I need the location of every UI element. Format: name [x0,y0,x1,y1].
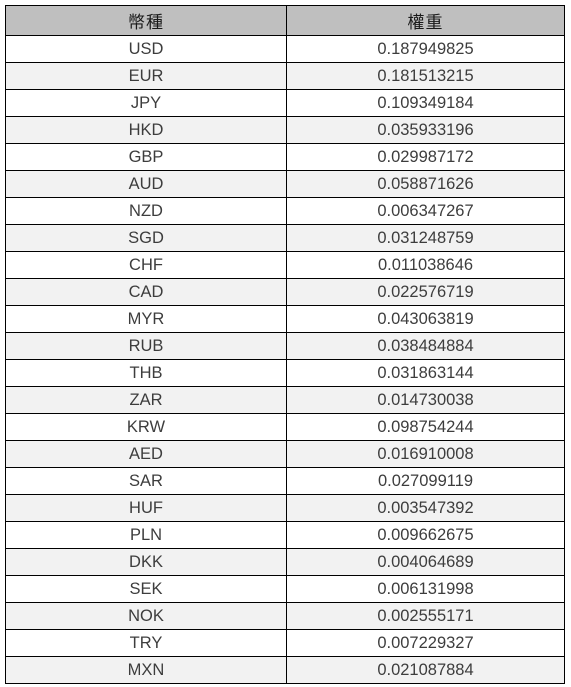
cell-currency: NZD [5,197,287,225]
cell-weight: 0.035933196 [286,116,565,144]
cell-weight: 0.027099119 [286,467,565,495]
table-row: TRY 0.007229327 [5,629,565,657]
cell-currency: TRY [5,629,287,657]
weights-table-container: 幣種 權重 USD 0.187949825 EUR 0.181513215 JPY 0.1… [0,0,571,684]
cell-currency: NOK [5,602,287,630]
cell-weight: 0.009662675 [286,521,565,549]
table-row: PLN 0.009662675 [5,521,565,549]
table-row: SGD 0.031248759 [5,224,565,252]
cell-currency: GBP [5,143,287,171]
table-row: MYR 0.043063819 [5,305,565,333]
cell-currency: DKK [5,548,287,576]
column-header-weight: 權重 [286,5,565,36]
table-row: SEK 0.006131998 [5,575,565,603]
cell-currency: AED [5,440,287,468]
cell-currency: JPY [5,89,287,117]
cell-weight: 0.031863144 [286,359,565,387]
column-header-currency: 幣種 [5,5,287,36]
table-row: THB 0.031863144 [5,359,565,387]
table-row: CHF 0.011038646 [5,251,565,279]
table-row: HUF 0.003547392 [5,494,565,522]
cell-currency: CAD [5,278,287,306]
cell-weight: 0.181513215 [286,62,565,90]
table-row: JPY 0.109349184 [5,89,565,117]
cell-currency: MYR [5,305,287,333]
table-row: CAD 0.022576719 [5,278,565,306]
cell-weight: 0.006131998 [286,575,565,603]
table-row: AUD 0.058871626 [5,170,565,198]
table-row: USD 0.187949825 [5,35,565,63]
table-header: 幣種 權重 [5,5,565,36]
table-row: NOK 0.002555171 [5,602,565,630]
cell-currency: ZAR [5,386,287,414]
cell-weight: 0.109349184 [286,89,565,117]
cell-weight: 0.038484884 [286,332,565,360]
cell-currency: AUD [5,170,287,198]
cell-weight: 0.187949825 [286,35,565,63]
table-row: AED 0.016910008 [5,440,565,468]
cell-weight: 0.058871626 [286,170,565,198]
cell-weight: 0.006347267 [286,197,565,225]
cell-currency: THB [5,359,287,387]
cell-weight: 0.004064689 [286,548,565,576]
cell-currency: KRW [5,413,287,441]
cell-weight: 0.016910008 [286,440,565,468]
cell-weight: 0.029987172 [286,143,565,171]
table-row: ZAR 0.014730038 [5,386,565,414]
table-row: RUB 0.038484884 [5,332,565,360]
cell-currency: MXN [5,656,287,684]
table-row: EUR 0.181513215 [5,62,565,90]
cell-weight: 0.021087884 [286,656,565,684]
cell-weight: 0.011038646 [286,251,565,279]
cell-weight: 0.043063819 [286,305,565,333]
cell-weight: 0.014730038 [286,386,565,414]
table-row: HKD 0.035933196 [5,116,565,144]
cell-currency: EUR [5,62,287,90]
cell-currency: PLN [5,521,287,549]
cell-weight: 0.022576719 [286,278,565,306]
cell-currency: USD [5,35,287,63]
cell-currency: HUF [5,494,287,522]
cell-weight: 0.007229327 [286,629,565,657]
table-body: USD 0.187949825 EUR 0.181513215 JPY 0.1093491… [5,35,565,684]
cell-currency: SGD [5,224,287,252]
cell-weight: 0.031248759 [286,224,565,252]
table-row: MXN 0.021087884 [5,656,565,684]
cell-currency: SEK [5,575,287,603]
table-row: NZD 0.006347267 [5,197,565,225]
cell-currency: CHF [5,251,287,279]
cell-weight: 0.098754244 [286,413,565,441]
table-header-row: 幣種 權重 [5,5,565,36]
cell-weight: 0.002555171 [286,602,565,630]
table-row: KRW 0.098754244 [5,413,565,441]
cell-weight: 0.003547392 [286,494,565,522]
table-row: GBP 0.029987172 [5,143,565,171]
currency-weights-table: 幣種 權重 USD 0.187949825 EUR 0.181513215 JPY 0.1… [5,5,565,684]
table-row: DKK 0.004064689 [5,548,565,576]
cell-currency: SAR [5,467,287,495]
cell-currency: HKD [5,116,287,144]
table-row: SAR 0.027099119 [5,467,565,495]
cell-currency: RUB [5,332,287,360]
